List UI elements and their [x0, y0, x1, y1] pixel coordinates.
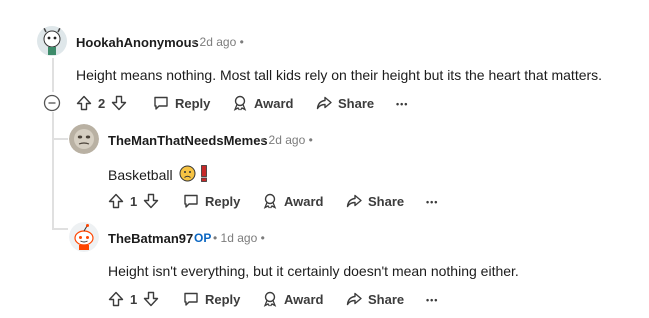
- award-button[interactable]: Award: [232, 92, 294, 114]
- share-button[interactable]: Share: [346, 288, 404, 310]
- comment-text-content: Basketball: [108, 167, 173, 183]
- share-icon: [316, 95, 332, 111]
- timestamp: • 2d ago •: [192, 35, 244, 49]
- username[interactable]: TheBatman97: [108, 231, 193, 246]
- reply-label: Reply: [175, 95, 211, 111]
- comment-text: Height isn't everything, but it certainl…: [108, 263, 519, 279]
- share-button[interactable]: Share: [346, 190, 404, 212]
- upvote-icon[interactable]: [108, 193, 124, 209]
- award-label: Award: [254, 95, 294, 111]
- vote-count: 1: [130, 193, 138, 209]
- username[interactable]: HookahAnonymous: [76, 35, 199, 50]
- more-options-icon[interactable]: •••: [396, 96, 408, 118]
- award-button[interactable]: Award: [262, 190, 324, 212]
- collapse-button[interactable]: [43, 94, 61, 112]
- reply-label: Reply: [205, 193, 241, 209]
- op-badge: OP: [194, 231, 212, 245]
- award-icon: [262, 291, 278, 307]
- avatar[interactable]: [69, 124, 99, 154]
- award-label: Award: [284, 193, 324, 209]
- comment-text: Basketball: [108, 165, 208, 185]
- share-label: Share: [368, 193, 405, 209]
- reply-icon: [183, 291, 199, 307]
- reply-label: Reply: [205, 291, 241, 307]
- downvote-icon[interactable]: [111, 95, 127, 111]
- upvote-icon[interactable]: [76, 95, 92, 111]
- avatar[interactable]: [69, 222, 99, 252]
- more-options-icon[interactable]: •••: [426, 292, 438, 314]
- timestamp: • 1d ago •: [213, 231, 265, 245]
- vote-count: 2: [98, 95, 106, 111]
- vote-count: 1: [130, 291, 138, 307]
- exclamation-emoji: [200, 165, 208, 185]
- vote-controls: 1: [108, 190, 159, 212]
- username[interactable]: TheManThatNeedsMemes: [108, 133, 268, 148]
- reply-button[interactable]: Reply: [183, 288, 240, 310]
- collapse-icon: [43, 94, 61, 112]
- reply-button[interactable]: Reply: [183, 190, 240, 212]
- vote-controls: 2: [76, 92, 127, 114]
- thread-line-branch-2: [52, 228, 68, 230]
- share-label: Share: [338, 95, 375, 111]
- award-button[interactable]: Award: [262, 288, 324, 310]
- thread-line-branch-1: [52, 138, 68, 140]
- comment-text: Height means nothing. Most tall kids rel…: [76, 67, 603, 83]
- thread-line-main: [52, 58, 54, 92]
- downvote-icon[interactable]: [143, 193, 159, 209]
- share-icon: [346, 291, 362, 307]
- reply-icon: [153, 95, 169, 111]
- frowning-face-emoji: [179, 165, 196, 185]
- award-icon: [232, 95, 248, 111]
- award-icon: [262, 193, 278, 209]
- thread-line-main-lower: [52, 112, 54, 230]
- share-icon: [346, 193, 362, 209]
- reply-button[interactable]: Reply: [153, 92, 210, 114]
- downvote-icon[interactable]: [143, 291, 159, 307]
- timestamp: • 2d ago •: [261, 133, 313, 147]
- award-label: Award: [284, 291, 324, 307]
- vote-controls: 1: [108, 288, 159, 310]
- avatar[interactable]: [37, 26, 67, 56]
- share-button[interactable]: Share: [316, 92, 374, 114]
- share-label: Share: [368, 291, 405, 307]
- more-options-icon[interactable]: •••: [426, 194, 438, 216]
- reply-icon: [183, 193, 199, 209]
- upvote-icon[interactable]: [108, 291, 124, 307]
